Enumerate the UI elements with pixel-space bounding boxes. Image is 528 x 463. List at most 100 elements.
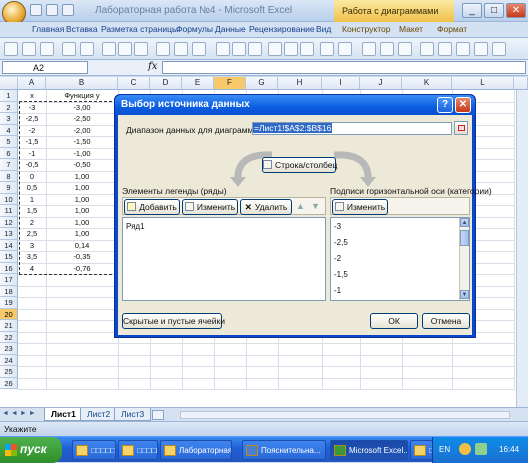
row-header[interactable]: 23: [0, 343, 18, 355]
tab-home[interactable]: Главная: [32, 24, 64, 34]
tab-view[interactable]: Вид: [316, 24, 331, 34]
name-box[interactable]: A2: [2, 61, 88, 74]
tray-icon[interactable]: [475, 443, 487, 455]
font-size-box[interactable]: [40, 42, 54, 56]
dialog-title-bar[interactable]: Выбор источника данных ? ✕: [115, 95, 475, 115]
cell-y[interactable]: -0,35: [46, 251, 118, 263]
edit-axis-labels-button[interactable]: Изменить: [332, 199, 388, 215]
fill-color-icon[interactable]: [174, 42, 188, 56]
cell-x[interactable]: -2,5: [18, 113, 46, 125]
taskbar-item[interactable]: □□□□□□□□□: [410, 440, 433, 460]
cell-y[interactable]: 1,00: [46, 171, 118, 183]
select-all-corner[interactable]: [0, 77, 18, 90]
row-header[interactable]: 5: [0, 136, 18, 148]
column-header[interactable]: F: [214, 77, 246, 90]
save-icon[interactable]: [30, 4, 42, 16]
fx-icon[interactable]: fx: [148, 61, 157, 72]
cell-x[interactable]: 3,5: [18, 251, 46, 263]
sort-icon[interactable]: [492, 42, 506, 56]
insert-cells-icon[interactable]: [438, 42, 452, 56]
cell-x[interactable]: 2,5: [18, 228, 46, 240]
start-button[interactable]: пуск: [0, 437, 62, 463]
sheet-tab-2[interactable]: Лист2: [80, 408, 118, 421]
axis-label-item[interactable]: -2,5: [334, 238, 348, 247]
column-header[interactable]: J: [360, 77, 402, 90]
sheet-tab-1[interactable]: Лист1: [44, 408, 83, 421]
row-header[interactable]: 18: [0, 285, 18, 297]
tab-design[interactable]: Конструктор: [342, 24, 390, 34]
column-header[interactable]: I: [322, 77, 360, 90]
comma-icon[interactable]: [398, 42, 412, 56]
row-header[interactable]: 26: [0, 377, 18, 389]
align-center-icon[interactable]: [284, 42, 298, 56]
cell-y[interactable]: -2,00: [46, 125, 118, 137]
sheet-nav-arrows[interactable]: ◄◄►►: [2, 410, 42, 420]
cell-y[interactable]: 1,00: [46, 194, 118, 206]
percent-icon[interactable]: [380, 42, 394, 56]
undo-icon[interactable]: [46, 4, 58, 16]
column-header[interactable]: G: [246, 77, 278, 90]
axis-label-item[interactable]: -1: [334, 286, 341, 295]
row-header[interactable]: 8: [0, 170, 18, 182]
align-left-icon[interactable]: [268, 42, 282, 56]
row-header[interactable]: 15: [0, 251, 18, 263]
row-header[interactable]: 19: [0, 297, 18, 309]
close-icon[interactable]: ✕: [455, 97, 471, 113]
row-header[interactable]: 17: [0, 274, 18, 286]
cell-y[interactable]: -1,50: [46, 136, 118, 148]
align-top-icon[interactable]: [216, 42, 230, 56]
taskbar-item[interactable]: □□□□□□□□: [72, 440, 116, 460]
row-header[interactable]: 11: [0, 205, 18, 217]
row-header[interactable]: 14: [0, 239, 18, 251]
align-bottom-icon[interactable]: [248, 42, 262, 56]
row-header[interactable]: 4: [0, 124, 18, 136]
delete-cells-icon[interactable]: [456, 42, 470, 56]
ok-button[interactable]: ОК: [370, 313, 418, 329]
scroll-thumb[interactable]: [460, 230, 469, 246]
tray-icon[interactable]: [459, 443, 471, 455]
maximize-button[interactable]: □: [484, 3, 504, 18]
column-header[interactable]: D: [150, 77, 182, 90]
number-format-icon[interactable]: [362, 42, 376, 56]
help-icon[interactable]: ?: [437, 97, 453, 113]
minimize-button[interactable]: _: [462, 3, 482, 18]
axis-label-item[interactable]: -3: [334, 222, 341, 231]
column-header[interactable]: L: [452, 77, 514, 90]
row-header[interactable]: 24: [0, 354, 18, 366]
wrap-text-icon[interactable]: [338, 42, 352, 56]
paste-icon[interactable]: [4, 42, 18, 56]
cell-y[interactable]: 1,00: [46, 228, 118, 240]
insert-sheet-icon[interactable]: [152, 410, 164, 420]
row-header[interactable]: 21: [0, 320, 18, 332]
sum-icon[interactable]: [474, 42, 488, 56]
tab-page-layout[interactable]: Разметка страницы: [101, 24, 178, 34]
bold-icon[interactable]: [102, 42, 116, 56]
cell-x[interactable]: 1: [18, 194, 46, 206]
cell-x[interactable]: -2: [18, 125, 46, 137]
scroll-down-icon[interactable]: ▼: [460, 290, 469, 299]
cancel-button[interactable]: Отмена: [422, 313, 470, 329]
cell-y[interactable]: -0,50: [46, 159, 118, 171]
cell-x[interactable]: 0,5: [18, 182, 46, 194]
series-item[interactable]: Ряд1: [126, 222, 145, 231]
cell-y[interactable]: 1,00: [46, 182, 118, 194]
series-list[interactable]: Ряд1: [122, 217, 326, 301]
row-header[interactable]: 9: [0, 182, 18, 194]
tab-formulas[interactable]: Формулы: [176, 24, 213, 34]
row-header[interactable]: 6: [0, 147, 18, 159]
scroll-up-icon[interactable]: ▲: [460, 218, 469, 227]
cell-x[interactable]: 3: [18, 240, 46, 252]
column-header[interactable]: E: [182, 77, 214, 90]
cell-y[interactable]: -2,50: [46, 113, 118, 125]
column-header[interactable]: K: [402, 77, 452, 90]
borders-icon[interactable]: [156, 42, 170, 56]
redo-icon[interactable]: [62, 4, 74, 16]
shrink-font-icon[interactable]: [80, 42, 94, 56]
close-button[interactable]: ✕: [506, 3, 526, 18]
italic-icon[interactable]: [118, 42, 132, 56]
taskbar-item-active[interactable]: Microsoft Excel...: [330, 440, 408, 460]
tab-data[interactable]: Данные: [215, 24, 246, 34]
row-header[interactable]: 16: [0, 262, 18, 274]
cell-x[interactable]: 0: [18, 171, 46, 183]
row-header[interactable]: 22: [0, 331, 18, 343]
